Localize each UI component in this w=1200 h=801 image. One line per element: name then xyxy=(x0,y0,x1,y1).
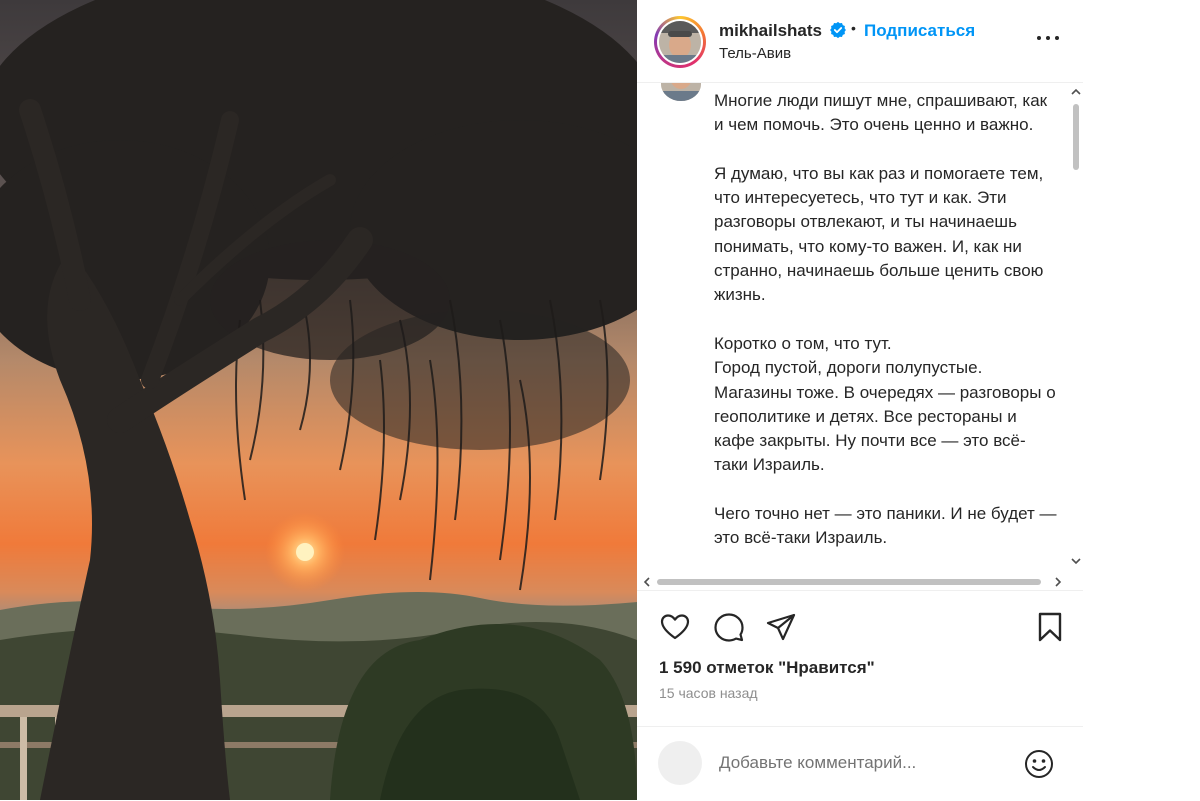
comment-bar xyxy=(637,726,1083,801)
caption-paragraph: Многие люди пишут мне, спрашивают, как и… xyxy=(714,91,1048,135)
post-timestamp[interactable]: 15 часов назад xyxy=(659,685,758,701)
vertical-scrollbar-thumb[interactable] xyxy=(1073,104,1079,170)
page-background xyxy=(1083,0,1200,800)
heart-icon[interactable] xyxy=(659,611,691,643)
caption-paragraph: Город пустой, дороги полупустые. Магазин… xyxy=(714,358,1056,475)
caption-scroll-area[interactable]: Многие люди пишут мне, спрашивают, как и… xyxy=(637,83,1083,589)
comment-input[interactable] xyxy=(719,749,1019,777)
follow-button[interactable]: Подписаться xyxy=(864,21,975,41)
current-user-avatar xyxy=(658,741,702,785)
separator-dot: • xyxy=(851,20,856,36)
horizontal-scrollbar-thumb[interactable] xyxy=(657,579,1041,585)
scroll-left-arrow-icon[interactable] xyxy=(643,577,651,587)
scroll-up-arrow-icon[interactable] xyxy=(1070,87,1082,97)
caption-paragraph: Я думаю, что вы как раз и помогаете тем,… xyxy=(714,163,1044,305)
caption-paragraph: Коротко о том, что тут. xyxy=(714,333,892,353)
story-ring[interactable] xyxy=(654,16,706,68)
caption-paragraph: Чего точно нет — это паники. И не будет … xyxy=(714,504,1057,548)
post-side-panel: mikhailshats • Подписаться Тель-Авив Мно… xyxy=(637,0,1083,800)
verified-badge-icon xyxy=(830,22,846,38)
location-link[interactable]: Тель-Авив xyxy=(719,45,791,62)
emoji-icon[interactable] xyxy=(1023,748,1055,780)
scroll-right-arrow-icon[interactable] xyxy=(1054,577,1062,587)
scroll-down-arrow-icon[interactable] xyxy=(1070,556,1082,566)
bookmark-icon[interactable] xyxy=(1034,611,1066,643)
post-photo[interactable] xyxy=(0,0,637,800)
caption-avatar[interactable] xyxy=(661,83,701,101)
horizontal-scrollbar[interactable] xyxy=(637,572,1083,589)
share-icon[interactable] xyxy=(765,611,797,643)
post-actions: 1 590 отметок "Нравится" 15 часов назад xyxy=(637,590,1083,726)
post-header: mikhailshats • Подписаться Тель-Авив xyxy=(637,0,1083,83)
post-caption: Многие люди пишут мне, спрашивают, как и… xyxy=(714,89,1059,575)
comment-icon[interactable] xyxy=(713,611,745,643)
avatar[interactable] xyxy=(659,21,701,63)
sunset-tree-image xyxy=(0,0,637,800)
likes-count[interactable]: 1 590 отметок "Нравится" xyxy=(659,658,875,678)
more-options-icon[interactable] xyxy=(1035,28,1063,48)
username[interactable]: mikhailshats xyxy=(719,21,822,41)
